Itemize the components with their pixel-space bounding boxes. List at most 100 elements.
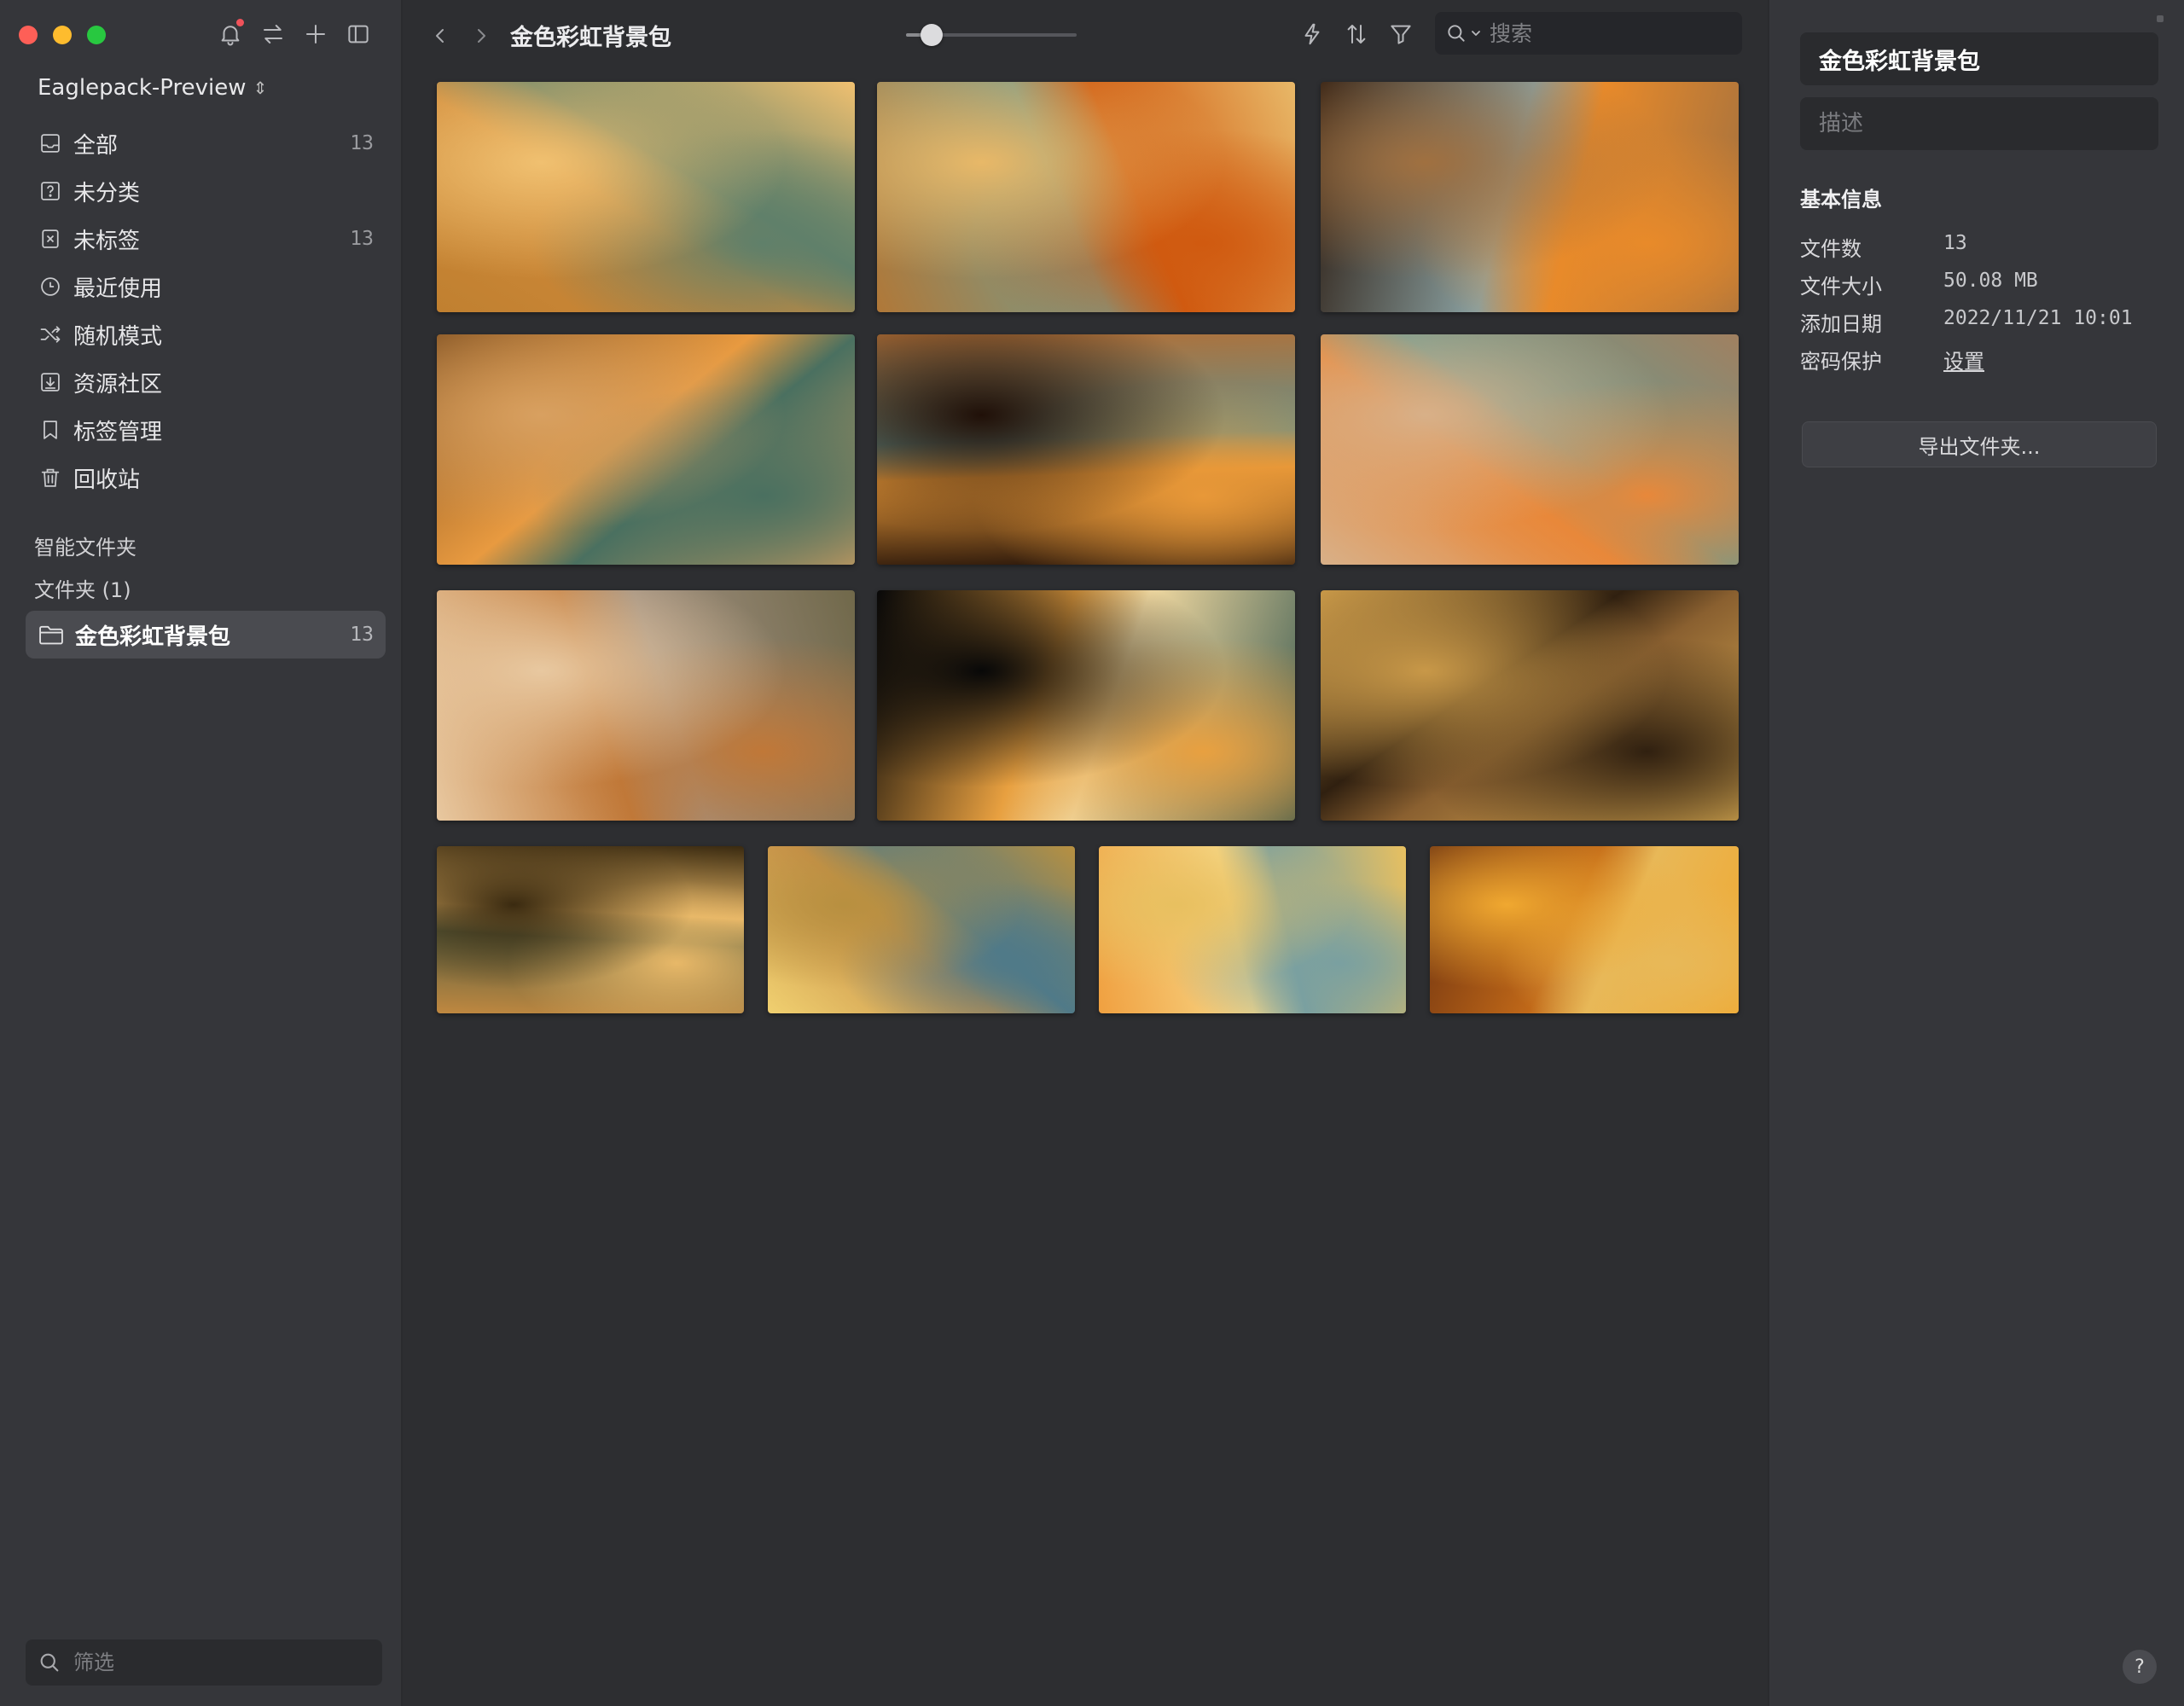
info-value: 13 xyxy=(1943,232,1967,254)
maximize-window-button[interactable] xyxy=(87,26,106,44)
toggle-sidebar-button[interactable] xyxy=(343,17,374,51)
library-name: Eaglepack-Preview xyxy=(38,75,247,101)
bookmark-icon xyxy=(44,421,57,439)
chevron-left-icon xyxy=(436,29,444,43)
close-window-button[interactable] xyxy=(19,26,38,44)
info-key: 密码保护 xyxy=(1800,350,1882,374)
scroll-indicator xyxy=(2157,15,2164,22)
thumbnail-golden-rainbow-01[interactable] xyxy=(437,82,855,312)
info-row-date-added: 添加日期 2022/11/21 10:01 xyxy=(1800,307,2158,337)
sidebar-folder-golden-rainbow[interactable]: 金色彩虹背景包 13 xyxy=(26,611,386,659)
thumbnail-golden-rainbow-08[interactable] xyxy=(877,590,1295,821)
thumbnail-golden-rainbow-04[interactable] xyxy=(437,334,855,565)
sidebar-item-label: 回收站 xyxy=(73,467,141,493)
info-key: 文件数 xyxy=(1800,237,1862,261)
folder-label: 金色彩虹背景包 xyxy=(75,624,231,650)
thumbnail-golden-rainbow-12[interactable] xyxy=(1099,846,1406,1013)
sort-button[interactable] xyxy=(1339,17,1374,51)
sidebar-item-tags[interactable]: 标签管理 xyxy=(26,406,386,454)
search-input[interactable] xyxy=(1488,20,1732,47)
download-box-icon xyxy=(41,373,60,392)
folder-count: 13 xyxy=(350,624,374,646)
sidebar-item-random[interactable]: 随机模式 xyxy=(26,310,386,358)
chevron-updown-icon: ⇕ xyxy=(253,78,268,98)
plus-icon xyxy=(306,25,325,44)
sidebar-item-recent[interactable]: 最近使用 xyxy=(26,263,386,310)
smart-folders-heading[interactable]: 智能文件夹 xyxy=(34,531,136,560)
chevron-down-icon[interactable] xyxy=(1469,26,1483,40)
inspector-panel: 金色彩虹背景包 基本信息 文件数 13 文件大小 50.08 MB 添加日期 2… xyxy=(1768,0,2184,1706)
export-folder-button[interactable]: 导出文件夹... xyxy=(1802,421,2157,467)
thumbnail-golden-rainbow-10[interactable] xyxy=(437,846,744,1013)
filter-icon xyxy=(1391,25,1411,44)
forward-button[interactable] xyxy=(466,20,497,51)
info-value: 50.08 MB xyxy=(1943,270,2038,292)
notifications-button[interactable] xyxy=(215,17,246,51)
thumbnail-golden-rainbow-03[interactable] xyxy=(1321,82,1739,312)
thumbnail-golden-rainbow-06[interactable] xyxy=(1321,334,1739,565)
sort-icon xyxy=(1347,25,1366,44)
thumbnail-golden-rainbow-05[interactable] xyxy=(877,334,1295,565)
shuffle-icon xyxy=(40,326,61,343)
filter-button[interactable] xyxy=(1384,17,1418,51)
sidebar-nav: 全部 13 未分类 未标签 13 最近使用 随机模式 资源社区 标签管理 回收站 xyxy=(26,119,386,502)
sync-button[interactable] xyxy=(258,17,288,51)
help-button[interactable]: ? xyxy=(2123,1650,2157,1684)
notification-dot xyxy=(236,19,244,26)
sidebar-item-untagged[interactable]: 未标签 13 xyxy=(26,215,386,263)
info-row-password: 密码保护 设置 xyxy=(1800,345,2158,374)
sidebar-item-all[interactable]: 全部 13 xyxy=(26,119,386,167)
sidebar-item-label: 标签管理 xyxy=(73,419,163,445)
search-icon xyxy=(40,1653,59,1672)
thumbnail-golden-rainbow-02[interactable] xyxy=(877,82,1295,312)
thumbnail-golden-rainbow-13[interactable] xyxy=(1430,846,1739,1013)
sidebar-item-count: 13 xyxy=(350,132,374,154)
thumbnail-golden-rainbow-09[interactable] xyxy=(1321,590,1739,821)
sidebar-item-uncategorized[interactable]: 未分类 xyxy=(26,167,386,215)
basic-info-heading: 基本信息 xyxy=(1800,188,1882,212)
description-field[interactable] xyxy=(1800,97,2158,150)
add-button[interactable] xyxy=(300,17,331,51)
lightning-icon xyxy=(1304,23,1320,45)
sidebar-item-label: 全部 xyxy=(73,132,119,159)
thumbnail-golden-rainbow-11[interactable] xyxy=(768,846,1075,1013)
info-row-file-size: 文件大小 50.08 MB xyxy=(1800,270,2158,299)
sidebar-item-label: 未分类 xyxy=(73,180,141,206)
clock-icon xyxy=(41,277,60,296)
search-box xyxy=(1435,12,1742,55)
sidebar-item-trash[interactable]: 回收站 xyxy=(26,454,386,502)
search-icon xyxy=(1448,25,1465,42)
minimize-window-button[interactable] xyxy=(53,26,72,44)
slider-handle[interactable] xyxy=(921,24,943,46)
sidebar-item-label: 未标签 xyxy=(73,228,141,254)
folders-heading[interactable]: 文件夹 (1) xyxy=(34,573,131,603)
info-value: 2022/11/21 10:01 xyxy=(1943,307,2133,329)
sidebar-toolbar xyxy=(215,17,374,51)
app-window: Eaglepack-Preview ⇕ 全部 13 未分类 未标签 13 最近使… xyxy=(0,0,2184,1706)
back-button[interactable] xyxy=(425,20,456,51)
main-content: 金色彩虹背景包 xyxy=(403,0,1768,1706)
info-key: 文件大小 xyxy=(1800,275,1882,299)
filter-input[interactable] xyxy=(72,1650,370,1675)
quick-action-button[interactable] xyxy=(1295,17,1329,51)
library-switcher[interactable]: Eaglepack-Preview ⇕ xyxy=(38,75,267,101)
sidebar-item-label: 最近使用 xyxy=(73,276,163,302)
thumbnail-size-slider[interactable] xyxy=(906,24,1077,46)
window-controls xyxy=(19,26,106,44)
page-title: 金色彩虹背景包 xyxy=(510,25,671,51)
question-box-icon xyxy=(41,182,60,200)
sidebar-item-community[interactable]: 资源社区 xyxy=(26,358,386,406)
info-key: 添加日期 xyxy=(1800,312,1882,336)
sidebar-item-label: 随机模式 xyxy=(73,323,163,350)
sidebar-panel-icon xyxy=(348,25,369,44)
trash-icon xyxy=(41,468,60,487)
sidebar: Eaglepack-Preview ⇕ 全部 13 未分类 未标签 13 最近使… xyxy=(0,0,403,1706)
inbox-icon xyxy=(41,134,60,153)
set-password-link[interactable]: 设置 xyxy=(1943,345,1984,374)
sidebar-item-count: 13 xyxy=(350,228,374,250)
thumbnail-golden-rainbow-07[interactable] xyxy=(437,590,855,821)
swap-arrows-icon xyxy=(264,25,282,44)
folder-name-field[interactable]: 金色彩虹背景包 xyxy=(1800,32,2158,85)
info-row-file-count: 文件数 13 xyxy=(1800,232,2158,262)
main-toolbar: 金色彩虹背景包 xyxy=(403,0,1768,72)
